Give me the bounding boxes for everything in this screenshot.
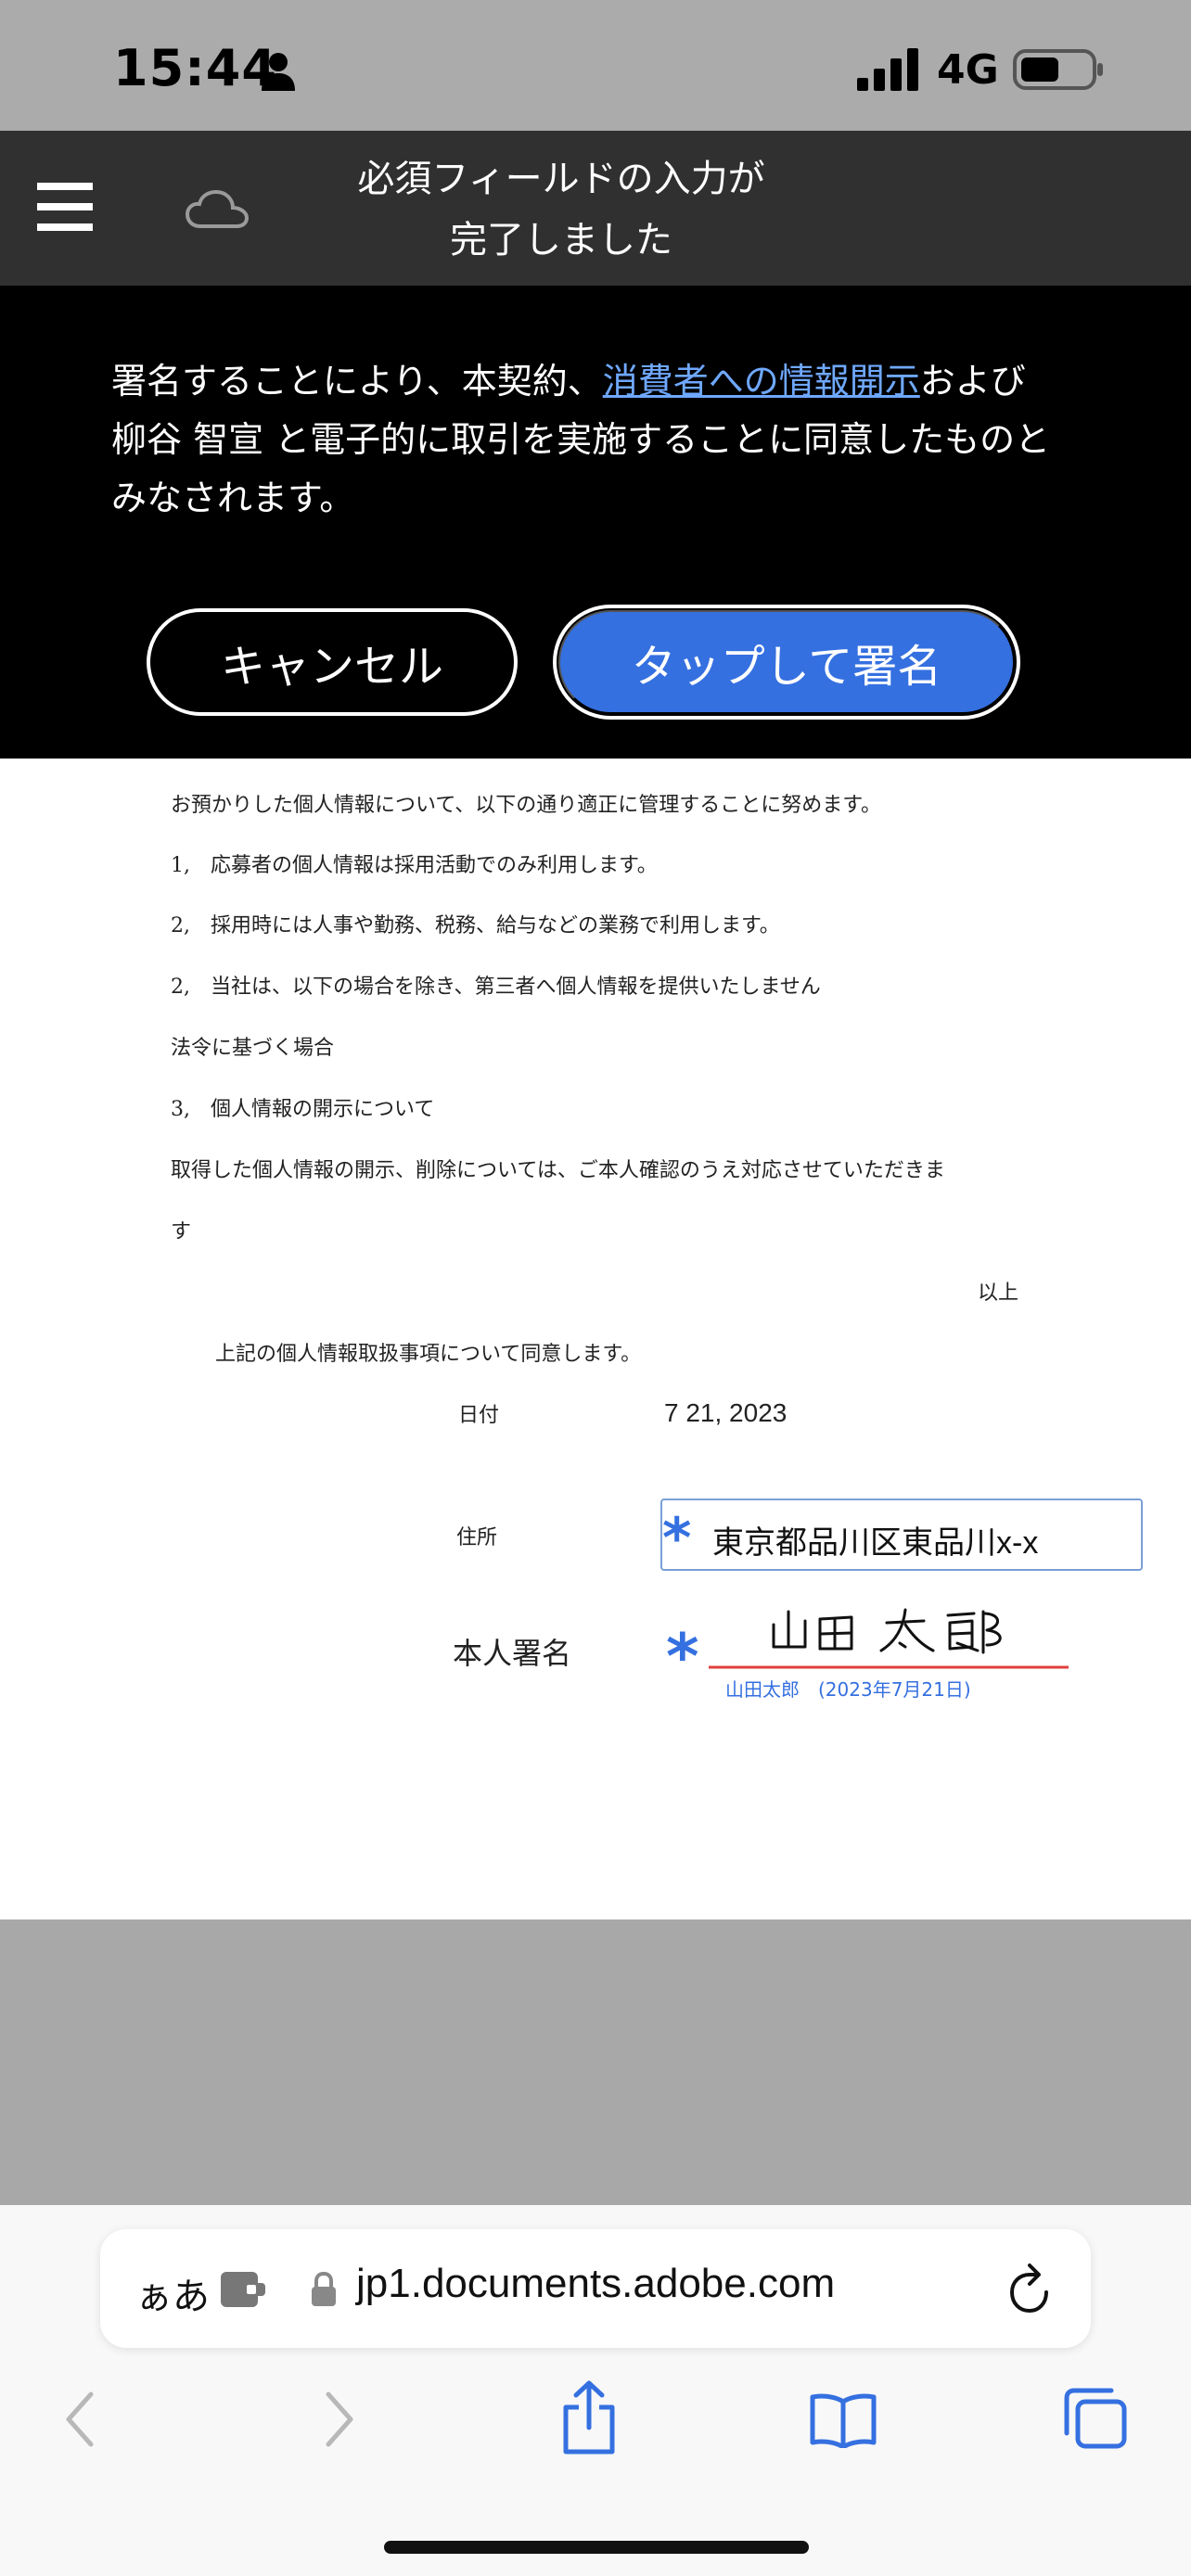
signature-required-mark: * — [666, 1621, 699, 1694]
header-title: 必須フィールドの入力が 完了しました — [306, 148, 816, 271]
consent-text: 署名することにより、本契約、消費者への情報開示および 柳谷 智宣 と電子的に取引… — [111, 352, 1095, 528]
cloud-icon[interactable] — [186, 189, 249, 230]
reload-icon[interactable] — [1005, 2263, 1054, 2315]
consent-text-before-link: 署名することにより、本契約、 — [111, 361, 603, 402]
tap-to-sign-button[interactable]: タップして署名 — [558, 610, 1015, 714]
agreement-statement: 上記の個人情報取扱事項について同意します。 — [215, 1343, 642, 1366]
header-title-line1: 必須フィールドの入力が — [357, 158, 765, 200]
tabs-icon[interactable] — [1063, 2387, 1128, 2450]
extension-icon[interactable] — [219, 2270, 267, 2309]
bookmarks-icon[interactable] — [809, 2392, 877, 2448]
signature-caption: 山田太郎 (2023年7月21日) — [725, 1678, 971, 1701]
document-line: 1, 応募者の個人情報は採用活動でのみ利用します。 — [171, 854, 658, 877]
network-type: 4G — [937, 46, 999, 94]
address-value: 東京都品川区東品川x-x — [712, 1525, 1039, 1561]
battery-icon — [1013, 49, 1103, 90]
date-value: 7 21, 2023 — [664, 1398, 788, 1427]
lock-icon — [312, 2272, 336, 2306]
back-icon[interactable] — [61, 2391, 98, 2448]
menu-icon[interactable] — [37, 183, 93, 231]
date-label: 日付 — [458, 1404, 500, 1427]
address-label: 住所 — [456, 1526, 498, 1549]
url-text[interactable]: jp1.documents.adobe.com — [356, 2261, 835, 2307]
cancel-button[interactable]: キャンセル — [147, 608, 518, 716]
document-line: 3, 個人情報の開示について — [171, 1098, 435, 1121]
consent-text-after-link: および — [919, 361, 1026, 402]
share-icon[interactable] — [560, 2379, 618, 2455]
signature-label: 本人署名 — [453, 1636, 572, 1671]
document-line: 2, 当社は、以下の場合を除き、第三者へ個人情報を提供いたしません — [171, 976, 821, 999]
handwritten-signature-image — [772, 1608, 1002, 1654]
address-required-mark: * — [662, 1506, 692, 1571]
document-line: お預かりした個人情報について、以下の通り適正に管理することに努めます。 — [171, 794, 882, 817]
document-line: 2, 採用時には人事や勤務、税務、給与などの業務で利用します。 — [171, 914, 780, 937]
consent-line2: 柳谷 智宣 と電子的に取引を実施することに同意したものと — [111, 419, 1051, 460]
home-indicator — [384, 2541, 809, 2554]
consent-line3: みなされます。 — [111, 478, 355, 518]
header-title-line2: 完了しました — [450, 219, 672, 261]
consent-line1: 署名することにより、本契約、消費者への情報開示および — [111, 352, 1095, 411]
consumer-disclosure-link[interactable]: 消費者への情報開示 — [603, 361, 920, 402]
signature-field[interactable] — [709, 1602, 1069, 1673]
signal-icon — [857, 48, 918, 91]
person-icon — [262, 53, 295, 91]
document-closing: 以上 — [978, 1282, 1019, 1305]
document-line: 取得した個人情報の開示、削除については、ご本人確認のうえ対応させていただきま — [171, 1159, 945, 1182]
forward-icon[interactable] — [321, 2391, 358, 2448]
status-time: 15:44 — [113, 39, 277, 97]
document-line: す — [171, 1220, 192, 1243]
page-settings-button[interactable]: ぁあ — [135, 2266, 210, 2320]
document-line: 法令に基づく場合 — [171, 1037, 335, 1060]
